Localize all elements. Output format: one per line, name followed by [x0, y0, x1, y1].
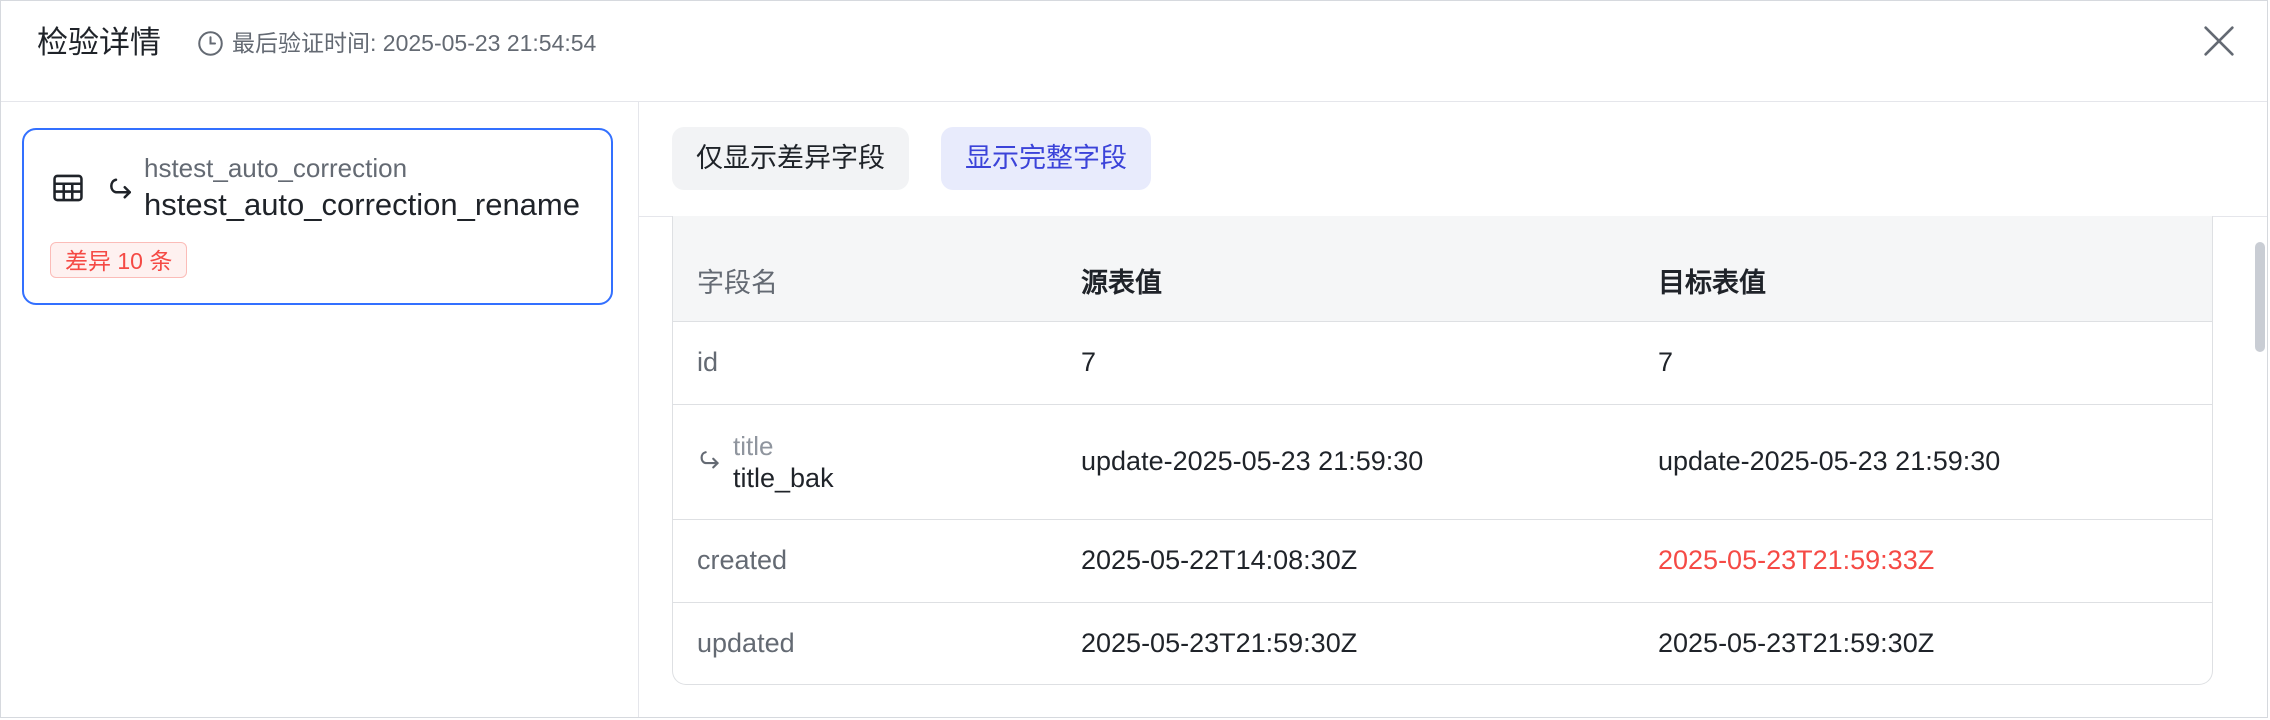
- renamed-field: title title_bak: [697, 430, 1057, 494]
- table-row: id 7 7: [673, 321, 2212, 405]
- diff-count-badge: 差异 10 条: [50, 242, 188, 278]
- table-header-row: 字段名 源表值 目标表值: [673, 216, 2212, 322]
- original-field-name: title: [733, 430, 774, 461]
- field-compare-table: 字段名 源表值 目标表值 id 7 7 title title_bak upda…: [672, 216, 2213, 685]
- column-header-target: 目标表值: [1634, 216, 2212, 322]
- show-full-fields-button[interactable]: 显示完整字段: [941, 127, 1151, 190]
- source-value-cell: 2025-05-22T14:08:30Z: [1057, 519, 1634, 603]
- table-card-selected[interactable]: hstest_auto_correction hstest_auto_corre…: [22, 128, 613, 305]
- table-row: updated 2025-05-23T21:59:30Z 2025-05-23T…: [673, 602, 2212, 684]
- table-list-pane: hstest_auto_correction hstest_auto_corre…: [1, 102, 639, 717]
- field-name-cell: id: [673, 321, 1057, 405]
- source-table-name: hstest_auto_correction: [144, 153, 408, 183]
- detail-pane: 仅显示差异字段 显示完整字段 字段名 源表值 目标表值 id 7 7 title…: [639, 102, 2267, 717]
- target-table-name: hstest_auto_correction_rename: [144, 187, 580, 222]
- dialog-title: 检验详情: [37, 25, 161, 60]
- target-value-cell: 2025-05-23T21:59:30Z: [1658, 627, 1935, 658]
- table-row: title title_bak update-2025-05-23 21:59:…: [673, 404, 2212, 520]
- dialog-header: 检验详情 最后验证时间: 2025-05-23 21:54:54: [1, 1, 2267, 102]
- field-name-cell: updated: [697, 627, 795, 658]
- table-row: created 2025-05-22T14:08:30Z 2025-05-23T…: [673, 519, 2212, 603]
- source-value-cell: 2025-05-23T21:59:30Z: [1081, 627, 1358, 658]
- target-value-cell: 7: [1634, 321, 2212, 405]
- clock-icon: [198, 30, 223, 56]
- target-value-cell-diff: 2025-05-23T21:59:33Z: [1634, 519, 2212, 603]
- scrollbar-thumb[interactable]: [2255, 242, 2265, 352]
- column-header-field: 字段名: [673, 216, 1057, 322]
- rename-arrow-icon: [110, 178, 131, 199]
- last-verify-time: 最后验证时间: 2025-05-23 21:54:54: [197, 26, 596, 60]
- column-header-source: 源表值: [1057, 216, 1634, 322]
- show-diff-fields-button[interactable]: 仅显示差异字段: [672, 127, 909, 190]
- renamed-field-name: title_bak: [733, 462, 834, 493]
- rename-arrow-icon: [700, 450, 719, 468]
- field-name-cell: title title_bak: [673, 404, 1057, 520]
- vertical-scrollbar[interactable]: [2255, 216, 2265, 684]
- last-verify-text: 最后验证时间: 2025-05-23 21:54:54: [232, 30, 597, 56]
- verify-detail-dialog: 检验详情 最后验证时间: 2025-05-23 21:54:54 hstest_…: [0, 0, 2268, 718]
- close-icon[interactable]: [2199, 21, 2239, 61]
- target-value-cell: update-2025-05-23 21:59:30: [1634, 404, 2212, 520]
- source-value-cell: update-2025-05-23 21:59:30: [1057, 404, 1634, 520]
- field-name-cell: created: [673, 519, 1057, 603]
- source-value-cell: 7: [1057, 321, 1634, 405]
- table-icon: [53, 174, 83, 202]
- field-filter-toolbar: 仅显示差异字段 显示完整字段: [639, 102, 2267, 217]
